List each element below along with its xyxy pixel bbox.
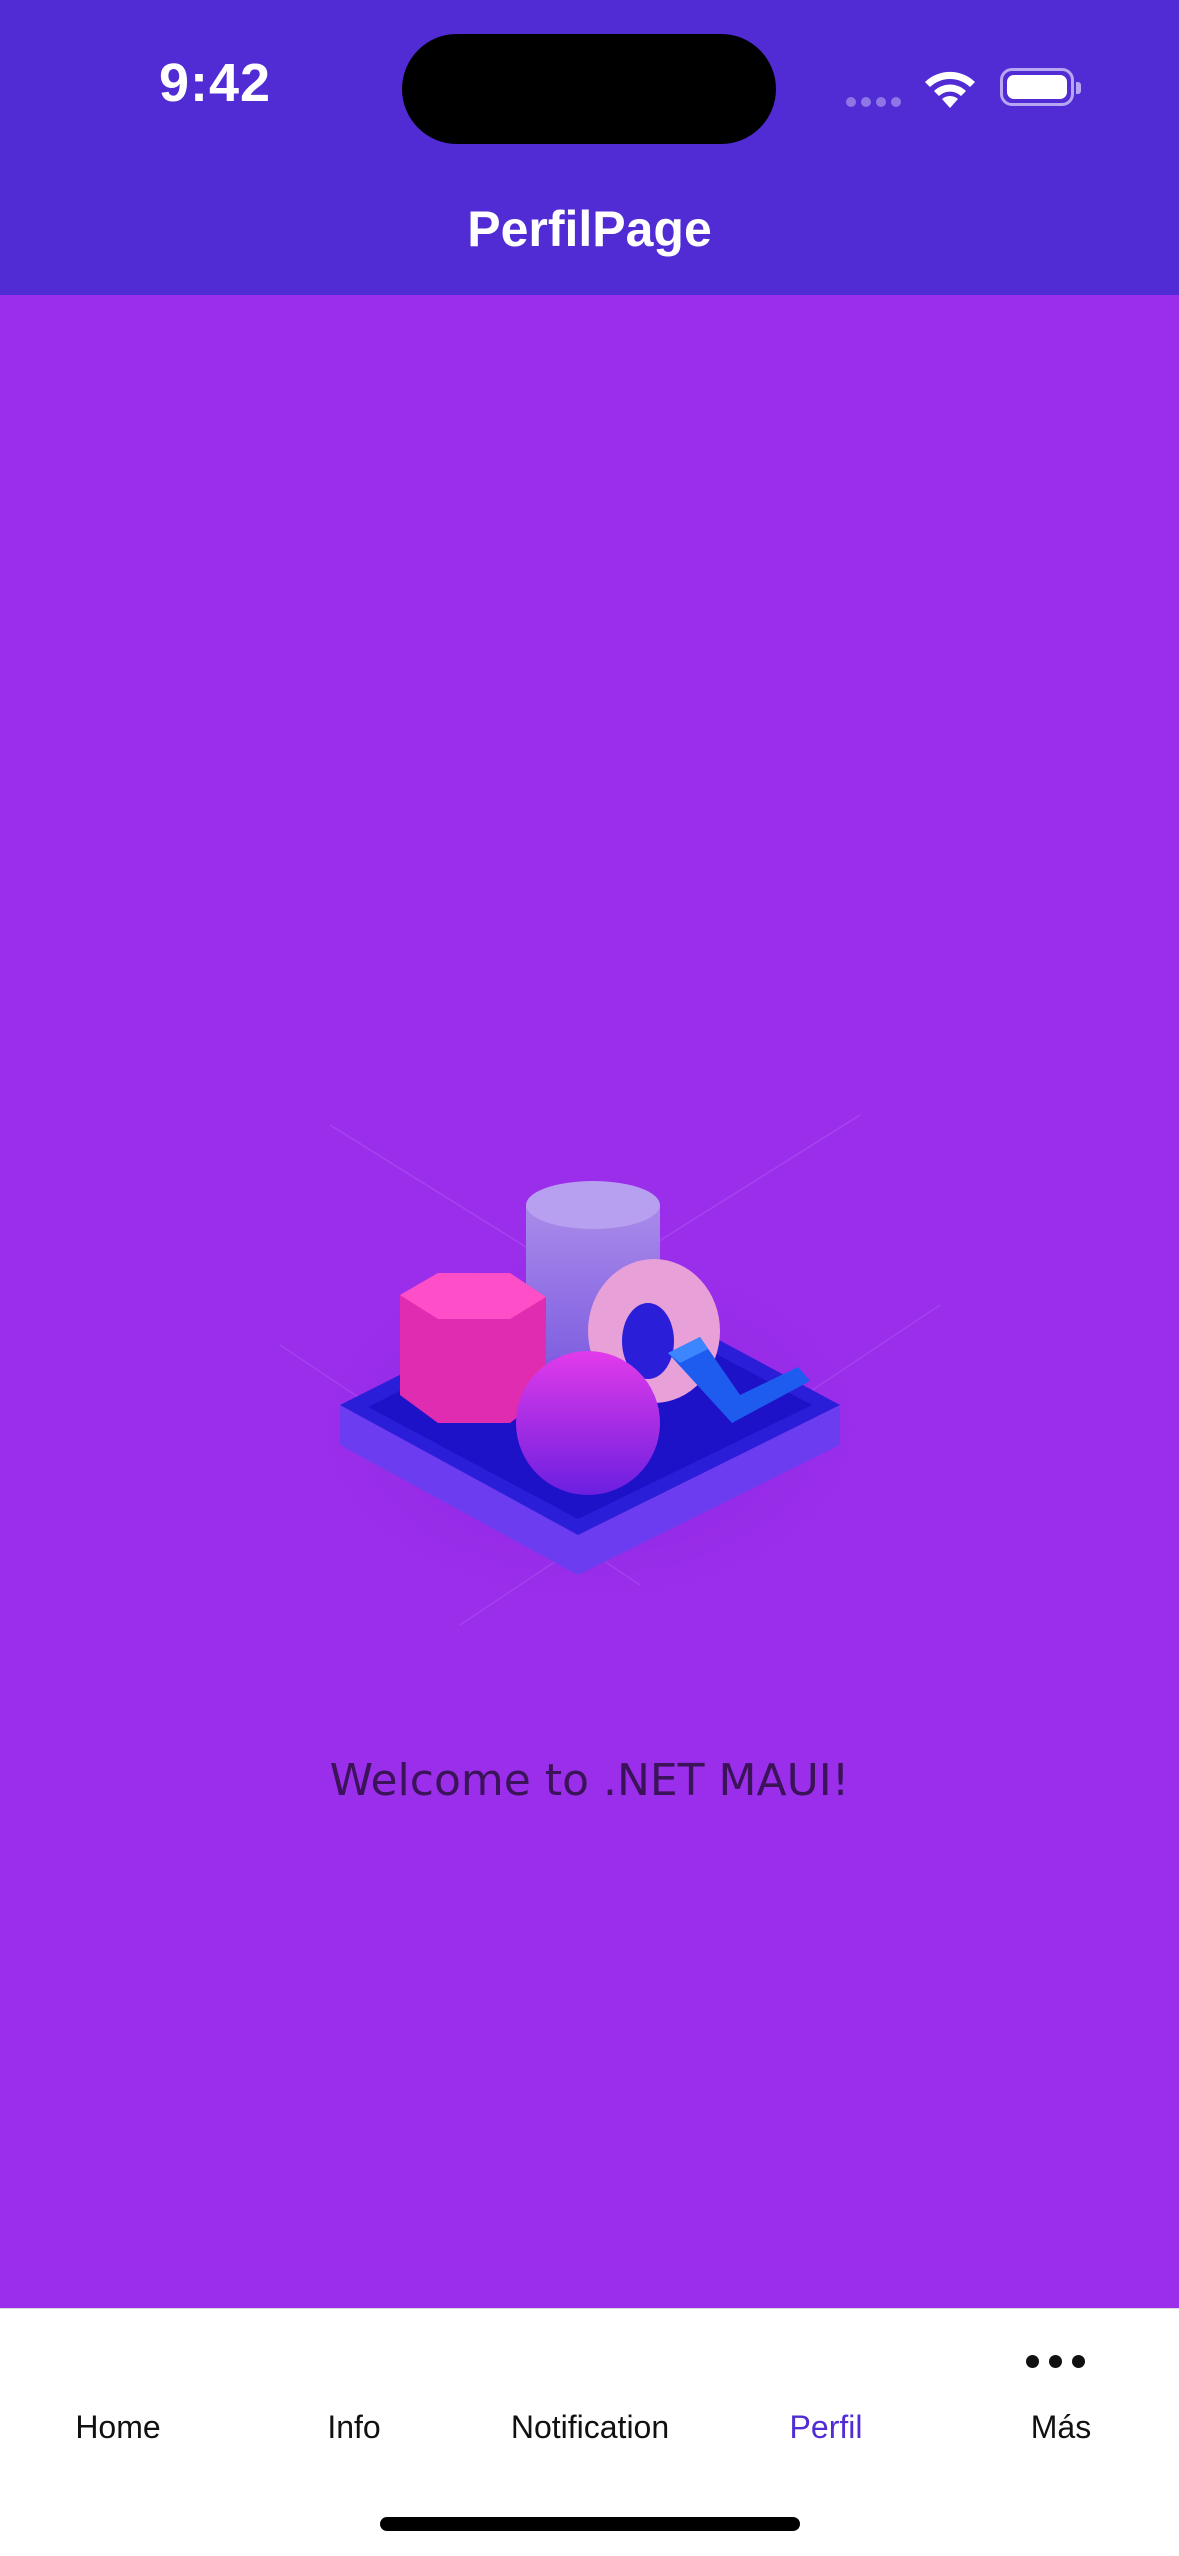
- dynamic-island: [402, 34, 776, 144]
- tab-home[interactable]: Home: [0, 2409, 236, 2446]
- status-bar: 9:42: [0, 0, 1179, 180]
- battery-icon: [1000, 68, 1081, 106]
- tab-info[interactable]: Info: [236, 2409, 472, 2446]
- wifi-icon: [925, 71, 975, 108]
- page-title: PerfilPage: [467, 201, 712, 257]
- dotnet-bot-illustration: [230, 1114, 950, 1635]
- status-time: 9:42: [158, 53, 272, 113]
- tab-notification[interactable]: Notification: [472, 2409, 708, 2446]
- tab-perfil[interactable]: Perfil: [708, 2409, 944, 2446]
- page-content: Welcome to .NET MAUI!: [0, 295, 1179, 2308]
- home-indicator[interactable]: [380, 2517, 800, 2531]
- more-icon[interactable]: [1026, 2355, 1095, 2373]
- welcome-label: Welcome to .NET MAUI!: [329, 1755, 850, 1806]
- tab-mas[interactable]: Más: [943, 2409, 1179, 2446]
- navigation-bar: PerfilPage: [0, 180, 1179, 295]
- signal-icon: [846, 94, 906, 112]
